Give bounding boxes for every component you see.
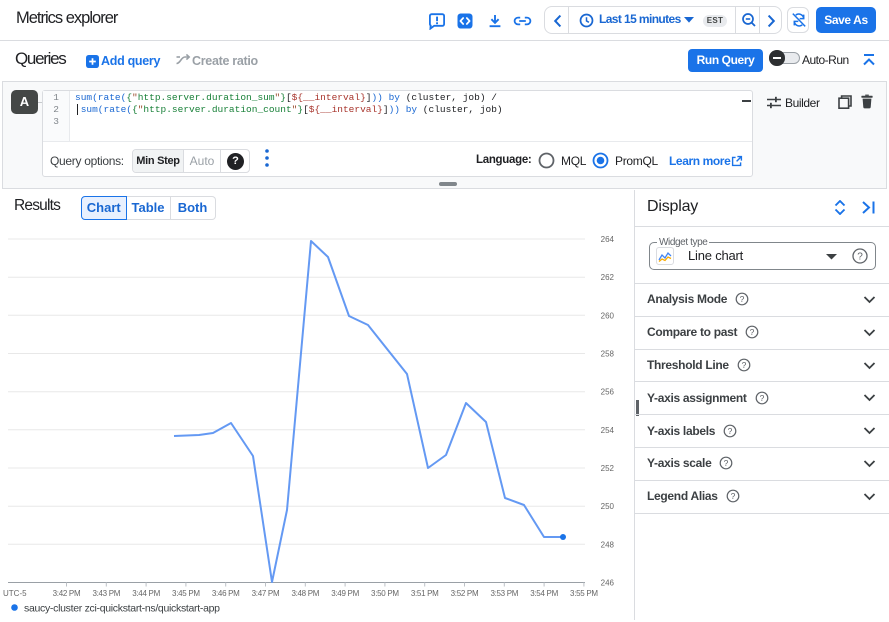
svg-text:?: ? xyxy=(740,294,745,304)
svg-text:?: ? xyxy=(724,458,729,468)
svg-text:248: 248 xyxy=(601,540,615,549)
svg-text:?: ? xyxy=(730,491,735,501)
svg-text:246: 246 xyxy=(601,579,615,588)
svg-text:260: 260 xyxy=(601,311,615,320)
svg-text:262: 262 xyxy=(601,273,615,282)
svg-text:?: ? xyxy=(750,327,755,337)
svg-text:UTC-5: UTC-5 xyxy=(3,589,27,598)
svg-text:?: ? xyxy=(759,393,764,403)
svg-text:3:45 PM: 3:45 PM xyxy=(172,589,200,598)
svg-text:3:54 PM: 3:54 PM xyxy=(530,589,558,598)
svg-text:3:51 PM: 3:51 PM xyxy=(411,589,439,598)
svg-text:252: 252 xyxy=(601,464,615,473)
svg-text:?: ? xyxy=(728,426,733,436)
svg-text:256: 256 xyxy=(601,388,615,397)
svg-text:254: 254 xyxy=(601,426,615,435)
svg-text:3:43 PM: 3:43 PM xyxy=(92,589,120,598)
svg-text:3:48 PM: 3:48 PM xyxy=(291,589,319,598)
svg-text:3:44 PM: 3:44 PM xyxy=(132,589,160,598)
svg-text:3:50 PM: 3:50 PM xyxy=(371,589,399,598)
svg-text:258: 258 xyxy=(601,350,615,359)
svg-text:?: ? xyxy=(857,252,863,263)
svg-text:3:47 PM: 3:47 PM xyxy=(252,589,280,598)
svg-text:saucy-cluster zci-quickstart-n: saucy-cluster zci-quickstart-ns/quicksta… xyxy=(24,603,220,615)
svg-text:3:53 PM: 3:53 PM xyxy=(490,589,518,598)
svg-text:3:49 PM: 3:49 PM xyxy=(331,589,359,598)
svg-text:?: ? xyxy=(741,360,746,370)
svg-text:250: 250 xyxy=(601,502,615,511)
svg-text:264: 264 xyxy=(601,235,615,244)
svg-text:3:55 PM: 3:55 PM xyxy=(570,589,598,598)
svg-text:3:52 PM: 3:52 PM xyxy=(451,589,479,598)
svg-text:3:42 PM: 3:42 PM xyxy=(53,589,81,598)
svg-text:3:46 PM: 3:46 PM xyxy=(212,589,240,598)
